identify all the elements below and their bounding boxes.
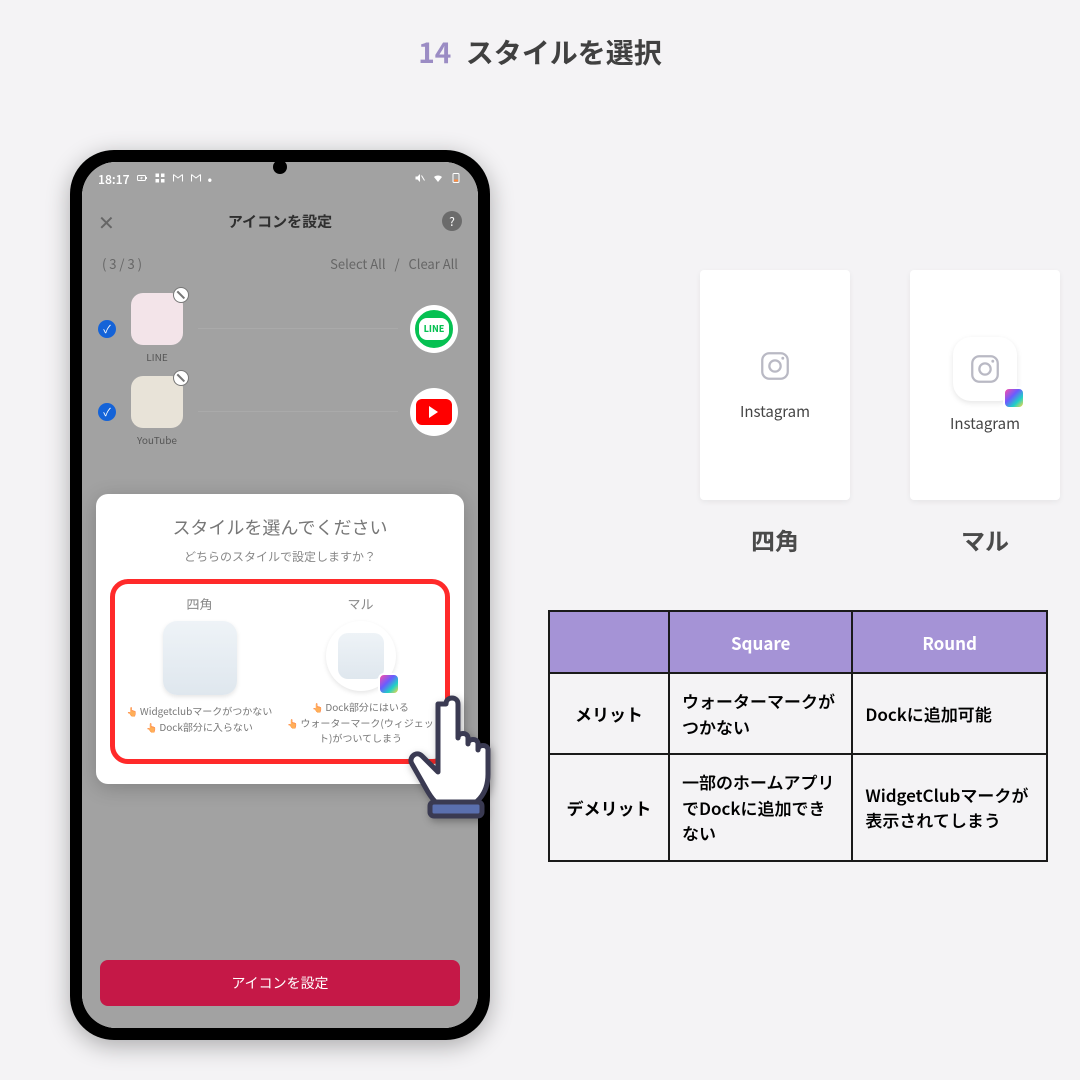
icon-row[interactable]: ✓ YouTube — [82, 370, 478, 453]
battery-low-icon — [450, 171, 462, 188]
example-style-label: マル — [910, 522, 1060, 557]
round-style-preview — [326, 621, 396, 691]
custom-icon-preview — [131, 376, 183, 428]
apply-icons-button[interactable]: アイコンを設定 — [100, 960, 460, 1006]
step-number: 14 — [418, 32, 451, 72]
table-header-row: Square Round — [549, 611, 1047, 673]
mapping-line — [198, 411, 398, 412]
status-overflow-dot: • — [208, 171, 213, 188]
example-square: Instagram 四角 — [700, 270, 850, 557]
icon-row-label: YouTube — [128, 432, 186, 447]
example-app-label: Instagram — [950, 413, 1020, 434]
line-app-icon: LINE — [415, 310, 453, 348]
mail-icon — [172, 171, 184, 188]
square-note-1: Widgetclubマークがつかない — [121, 703, 278, 719]
custom-icon-preview — [131, 293, 183, 345]
style-option-label: 四角 — [121, 594, 278, 613]
help-icon[interactable]: ? — [442, 211, 462, 231]
target-app-icon: LINE — [410, 305, 458, 353]
step-title: スタイルを選択 — [466, 32, 662, 72]
app-header-title: アイコンを設定 — [228, 211, 332, 232]
apps-grid-icon — [154, 171, 166, 188]
table-header-blank — [549, 611, 669, 673]
youtube-app-icon — [416, 399, 452, 425]
table-row: メリット ウォーターマークがつかない Dockに追加可能 — [549, 673, 1047, 754]
page-title: 14 スタイルを選択 — [0, 0, 1080, 72]
style-options-highlight: 四角 Widgetclubマークがつかない Dock部分に入らない マル Doc… — [110, 579, 450, 764]
example-card: Instagram — [910, 270, 1060, 500]
square-note-2: Dock部分に入らない — [121, 719, 278, 735]
checked-icon: ✓ — [98, 320, 116, 338]
select-all-link[interactable]: Select All — [330, 254, 385, 273]
target-app-icon — [410, 388, 458, 436]
checked-icon: ✓ — [98, 403, 116, 421]
mute-icon — [414, 171, 426, 188]
style-examples: Instagram 四角 Instagram — [640, 270, 1080, 557]
merit-round: Dockに追加可能 — [852, 673, 1047, 754]
demerit-square: 一部のホームアプリでDockに追加できない — [669, 754, 852, 861]
phone-camera-notch — [273, 160, 287, 174]
comparison-table: Square Round メリット ウォーターマークがつかない Dockに追加可… — [548, 610, 1048, 862]
phone-screen: 18:17 • — [82, 162, 478, 1028]
select-actions: Select All / Clear All — [330, 254, 458, 273]
merit-square: ウォーターマークがつかない — [669, 673, 852, 754]
selection-count: ( 3 / 3 ) — [102, 254, 142, 273]
icon-row-label: LINE — [128, 349, 186, 364]
style-option-label: マル — [282, 594, 439, 613]
square-style-preview — [163, 621, 237, 695]
widgetclub-watermark-icon — [1003, 387, 1025, 409]
selection-count-row: ( 3 / 3 ) Select All / Clear All — [82, 246, 478, 287]
clear-all-link[interactable]: Clear All — [408, 254, 458, 273]
icon-row[interactable]: ✓ LINE LINE — [82, 287, 478, 370]
app-header: ✕ アイコンを設定 ? — [82, 196, 478, 246]
status-time: 18:17 — [98, 171, 130, 188]
apply-icons-label: アイコンを設定 — [231, 973, 328, 993]
instagram-rounded-icon — [953, 337, 1017, 401]
table-header-round: Round — [852, 611, 1047, 673]
square-style-notes: Widgetclubマークがつかない Dock部分に入らない — [121, 703, 278, 734]
select-actions-separator: / — [394, 254, 399, 273]
modal-subtitle: どちらのスタイルで設定しますか？ — [110, 548, 450, 565]
battery-charging-icon — [136, 171, 148, 188]
demerit-round: WidgetClubマークが表示されてしまう — [852, 754, 1047, 861]
table-row: デメリット 一部のホームアプリでDockに追加できない WidgetClubマー… — [549, 754, 1047, 861]
row-label-merit: メリット — [549, 673, 669, 754]
example-card: Instagram — [700, 270, 850, 500]
example-app-label: Instagram — [740, 401, 810, 422]
pointer-hand-icon — [402, 684, 522, 824]
example-style-label: 四角 — [700, 522, 850, 557]
style-option-square[interactable]: 四角 Widgetclubマークがつかない Dock部分に入らない — [121, 594, 278, 745]
close-icon[interactable]: ✕ — [98, 207, 115, 236]
wifi-icon — [432, 171, 444, 188]
example-round: Instagram マル — [910, 270, 1060, 557]
modal-title: スタイルを選んでください — [110, 514, 450, 540]
phone-frame: 18:17 • — [70, 150, 490, 1040]
mail-icon-2 — [190, 171, 202, 188]
mapping-line — [198, 328, 398, 329]
blocked-badge-icon — [173, 370, 189, 386]
row-label-demerit: デメリット — [549, 754, 669, 861]
widgetclub-watermark-icon — [378, 673, 400, 695]
blocked-badge-icon — [173, 287, 189, 303]
instagram-outline-icon — [755, 349, 795, 389]
table-header-square: Square — [669, 611, 852, 673]
